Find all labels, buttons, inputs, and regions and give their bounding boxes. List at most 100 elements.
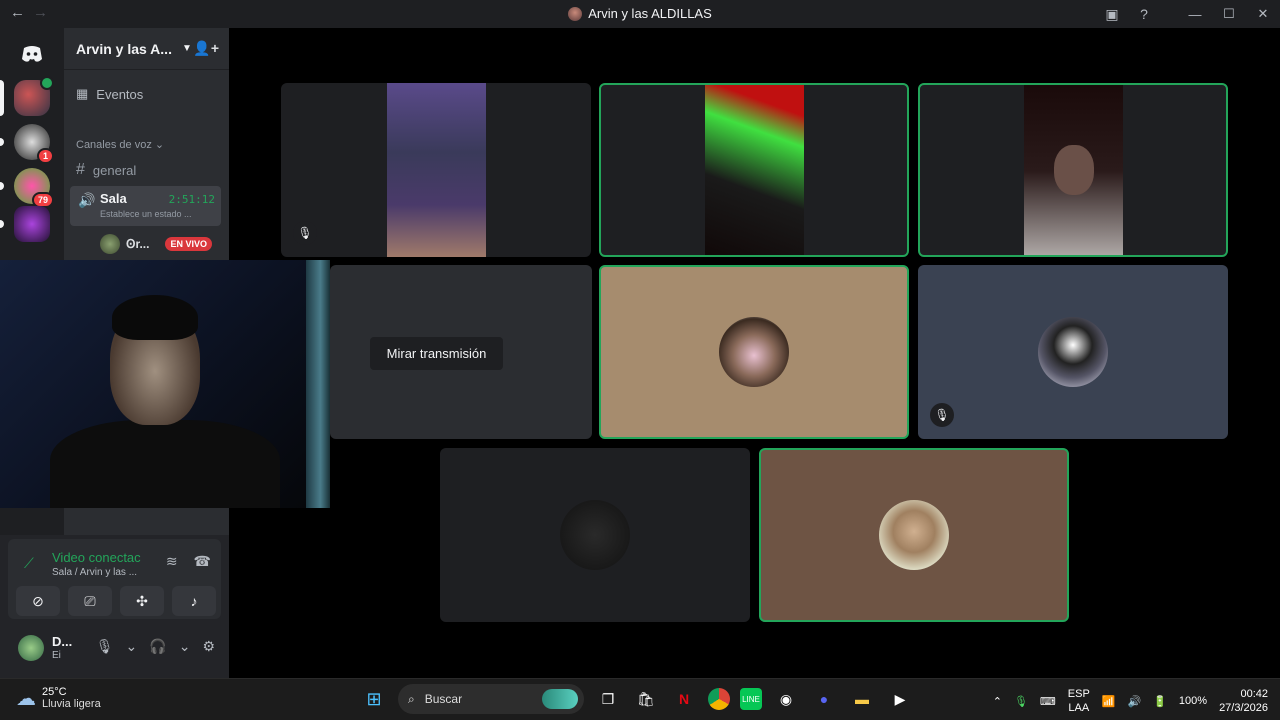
user-panel: D... Ei 🎙 ⌄ 🎧 ⌄ ⚙ bbox=[0, 625, 229, 675]
server-icon[interactable] bbox=[0, 76, 54, 116]
netflix-icon[interactable]: N bbox=[670, 685, 698, 713]
windows-start-icon[interactable]: ⊞ bbox=[360, 685, 388, 713]
weather-temp: 25°C bbox=[42, 686, 67, 698]
channel-duration: 2:51:12 bbox=[168, 193, 215, 206]
voice-panel: ⟋ Video conectac Sala / Arvin y las ... … bbox=[0, 535, 229, 678]
camera-off-button[interactable]: ⊘ bbox=[16, 586, 60, 616]
discord-home-icon[interactable] bbox=[14, 36, 50, 72]
window-title-text: Arvin y las ALDILLAS bbox=[588, 6, 712, 21]
weather-widget[interactable]: ☁ 25°C Lluvia ligera bbox=[16, 686, 101, 711]
soundboard-button[interactable]: ♪ bbox=[172, 586, 216, 616]
search-label: Buscar bbox=[424, 692, 463, 706]
channel-sala-label: Sala bbox=[100, 191, 127, 206]
maximize-button[interactable]: ☐ bbox=[1212, 0, 1246, 28]
avatar[interactable] bbox=[18, 635, 44, 661]
battery-icon[interactable]: 🔋 bbox=[1153, 695, 1167, 708]
server-name: Arvin y las A... bbox=[76, 40, 172, 57]
media-player-icon[interactable]: ▶ bbox=[886, 685, 914, 713]
webcam-overlay bbox=[0, 260, 330, 508]
video-tile[interactable] bbox=[759, 448, 1069, 622]
store-icon[interactable]: 🛍 bbox=[632, 685, 660, 713]
wifi-icon[interactable]: 📶 bbox=[1102, 695, 1116, 708]
voice-status: Video conectac bbox=[52, 550, 141, 565]
muted-mic-icon: 🎙 bbox=[293, 221, 317, 245]
screen-share-button[interactable]: ⎚ bbox=[68, 586, 112, 616]
noise-suppression-icon[interactable]: ≋ bbox=[166, 553, 178, 570]
help-icon[interactable]: ? bbox=[1130, 0, 1158, 28]
video-tile[interactable] bbox=[918, 83, 1228, 257]
chevron-down-icon[interactable]: ⌄ bbox=[179, 638, 191, 655]
channel-status[interactable]: Establece un estado ... bbox=[100, 209, 192, 219]
search-box[interactable]: ⌕ Buscar bbox=[398, 684, 584, 714]
window-title: Arvin y las ALDILLAS bbox=[0, 6, 1280, 21]
user-status: Ei bbox=[52, 650, 61, 661]
webcam-person-body bbox=[50, 420, 280, 508]
weather-desc: Lluvia ligera bbox=[42, 698, 101, 710]
taskbar: ☁ 25°C Lluvia ligera ⊞ ⌕ Buscar ❐ 🛍 N LI… bbox=[0, 678, 1280, 720]
avatar bbox=[1038, 317, 1108, 387]
video-tile[interactable] bbox=[599, 83, 909, 257]
chevron-up-icon[interactable]: ⌃ bbox=[993, 695, 1002, 708]
microphone-icon[interactable]: 🎙 bbox=[1014, 695, 1028, 708]
voice-buttons: ⊘ ⎚ ✣ ♪ bbox=[16, 586, 216, 616]
screen-share-icon[interactable]: ▣ bbox=[1098, 0, 1126, 28]
channel-general[interactable]: # general bbox=[76, 161, 136, 179]
task-view-icon[interactable]: ❐ bbox=[594, 685, 622, 713]
person-head bbox=[1054, 145, 1094, 195]
server-avatar-icon bbox=[568, 6, 583, 21]
video-feed bbox=[1024, 85, 1123, 255]
invite-user-icon[interactable]: 👤+ bbox=[193, 40, 219, 57]
watch-stream-button[interactable]: Mirar transmisión bbox=[370, 337, 503, 370]
live-badge: EN VIVO bbox=[165, 237, 212, 251]
chevron-down-icon[interactable]: ⌄ bbox=[126, 638, 138, 655]
calendar-icon: ▦ bbox=[76, 86, 89, 101]
volume-icon[interactable]: 🔊 bbox=[1128, 695, 1142, 708]
channel-sala[interactable]: 🔊 Sala 2:51:12 Establece un estado ... bbox=[70, 186, 221, 226]
camera-off-icon: ⊘ bbox=[32, 592, 44, 609]
disconnect-icon[interactable]: ☎ bbox=[194, 553, 211, 570]
events-item[interactable]: ▦ Eventos bbox=[76, 86, 143, 102]
video-tile[interactable] bbox=[440, 448, 750, 622]
system-tray: ⌃ 🎙 ⌨ ESP LAA 📶 🔊 🔋 100% 00:42 27/3/2026 bbox=[993, 687, 1268, 715]
keyboard-icon[interactable]: ⌨ bbox=[1040, 695, 1056, 708]
gear-icon[interactable]: ⚙ bbox=[202, 638, 215, 655]
unread-pill bbox=[0, 182, 4, 190]
clock-date: 27/3/2026 bbox=[1219, 702, 1268, 714]
folder-icon[interactable]: ▬ bbox=[848, 685, 876, 713]
voice-category-label: Canales de voz bbox=[76, 139, 152, 151]
line-icon[interactable]: LINE bbox=[740, 688, 762, 710]
server-header[interactable]: Arvin y las A... ▼ 👤+ bbox=[64, 28, 229, 70]
member-name: Ꙩr... bbox=[126, 237, 150, 251]
title-bar: ← → Arvin y las ALDILLAS ▣ ? — ☐ ✕ bbox=[0, 0, 1280, 28]
clock[interactable]: 00:42 27/3/2026 bbox=[1219, 687, 1268, 715]
video-tile[interactable]: 🎙 bbox=[281, 83, 591, 257]
voice-location[interactable]: Sala / Arvin y las ... bbox=[52, 567, 137, 578]
server-icon[interactable] bbox=[0, 206, 50, 242]
server-icon[interactable]: 79 bbox=[0, 168, 54, 208]
voice-connection-box: ⟋ Video conectac Sala / Arvin y las ... … bbox=[8, 539, 221, 619]
user-name[interactable]: D... bbox=[52, 634, 72, 649]
webcam-person-hair bbox=[112, 295, 198, 340]
lang-top: ESP bbox=[1067, 688, 1090, 700]
headphones-icon[interactable]: 🎧 bbox=[149, 638, 166, 655]
close-button[interactable]: ✕ bbox=[1246, 0, 1280, 28]
mention-badge: 1 bbox=[36, 148, 54, 164]
battery-level: 100% bbox=[1178, 695, 1208, 707]
discord-taskbar-icon[interactable]: ● bbox=[810, 685, 838, 713]
github-icon[interactable]: ◉ bbox=[772, 685, 800, 713]
minimize-button[interactable]: — bbox=[1178, 0, 1212, 28]
voice-member[interactable]: Ꙩr... EN VIVO bbox=[100, 234, 212, 254]
activities-button[interactable]: ✣ bbox=[120, 586, 164, 616]
video-tile[interactable] bbox=[599, 265, 909, 439]
events-label: Eventos bbox=[96, 86, 144, 102]
server-icon[interactable]: 1 bbox=[0, 124, 54, 164]
video-tile[interactable]: 🎙 bbox=[918, 265, 1228, 439]
chrome-icon[interactable] bbox=[708, 688, 730, 710]
avatar bbox=[560, 500, 630, 570]
language-indicator[interactable]: ESP LAA bbox=[1068, 687, 1090, 715]
signal-icon[interactable]: ⟋ bbox=[24, 555, 34, 572]
webcam-edge bbox=[306, 260, 330, 508]
voice-category[interactable]: Canales de voz ⌄ bbox=[76, 138, 164, 151]
titlebar-controls: ▣ ? — ☐ ✕ bbox=[1098, 0, 1280, 28]
microphone-icon[interactable]: 🎙 bbox=[96, 638, 114, 655]
